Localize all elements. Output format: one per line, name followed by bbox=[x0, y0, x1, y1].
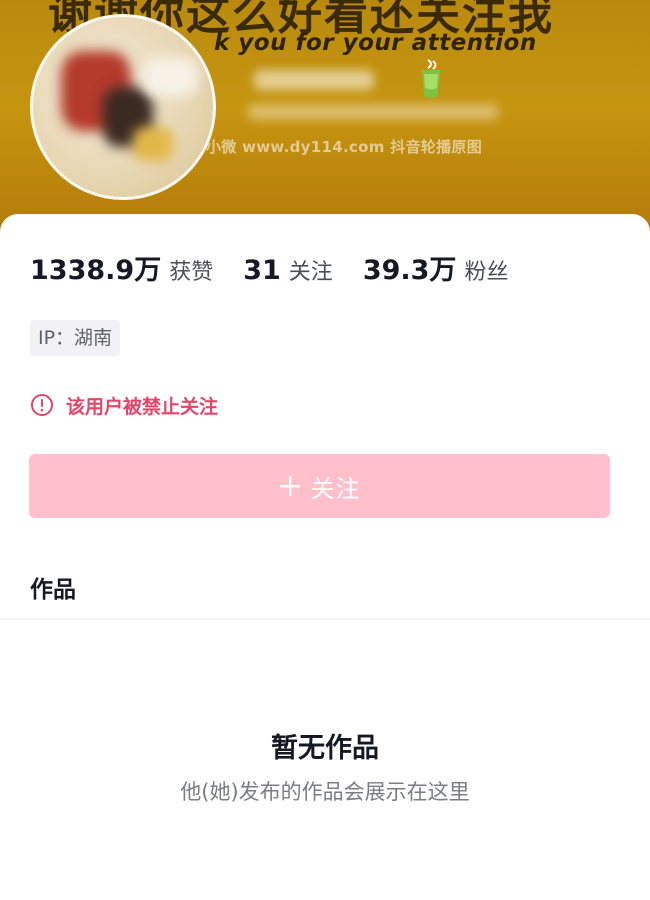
followers-count: 39.3万 bbox=[362, 255, 457, 286]
stat-following[interactable]: 31 关注 bbox=[243, 254, 333, 286]
plus-icon bbox=[279, 476, 300, 496]
blurred-username bbox=[254, 70, 374, 90]
avatar-highlight bbox=[143, 57, 198, 97]
empty-state-title: 暂无作品 bbox=[271, 733, 379, 764]
profile-banner: 谢谢你这么好看还关注我 k you for your attention 小微 … bbox=[0, 0, 650, 240]
banned-notice-text: 该用户被禁止关注 bbox=[66, 395, 219, 418]
likes-label: 获赞 bbox=[169, 260, 214, 285]
tab-divider bbox=[0, 619, 650, 620]
empty-state-subtitle: 他(她)发布的作品会展示在这里 bbox=[180, 780, 470, 804]
follow-button-label: 关注 bbox=[310, 474, 361, 503]
banned-notice: 该用户被禁止关注 bbox=[30, 392, 218, 418]
tab-works[interactable]: 作品 bbox=[30, 570, 76, 604]
banner-tagline: k you for your attention bbox=[214, 30, 537, 56]
ip-location-tag: IP：湖南 bbox=[30, 320, 121, 356]
profile-stats: 1338.9万 获赞 31 关注 39.3万 粉丝 bbox=[30, 248, 538, 288]
warning-circle-icon bbox=[31, 394, 53, 416]
following-label: 关注 bbox=[288, 260, 333, 285]
avatar-accent bbox=[133, 127, 173, 161]
blurred-user-id bbox=[248, 104, 498, 120]
banner-watermark: 小微 www.dy114.com 抖音轮播原图 bbox=[206, 138, 483, 156]
cup-icon bbox=[422, 59, 440, 98]
profile-card: 1338.9万 获赞 31 关注 39.3万 粉丝 IP：湖南 该用户被禁止关注… bbox=[0, 214, 650, 900]
likes-count: 1338.9万 bbox=[30, 255, 162, 286]
stat-likes[interactable]: 1338.9万 获赞 bbox=[30, 248, 213, 287]
avatar[interactable] bbox=[30, 14, 216, 200]
following-count: 31 bbox=[243, 255, 281, 286]
stat-followers[interactable]: 39.3万 粉丝 bbox=[363, 248, 509, 287]
followers-label: 粉丝 bbox=[464, 260, 509, 285]
follow-button[interactable]: 关注 bbox=[29, 454, 610, 518]
